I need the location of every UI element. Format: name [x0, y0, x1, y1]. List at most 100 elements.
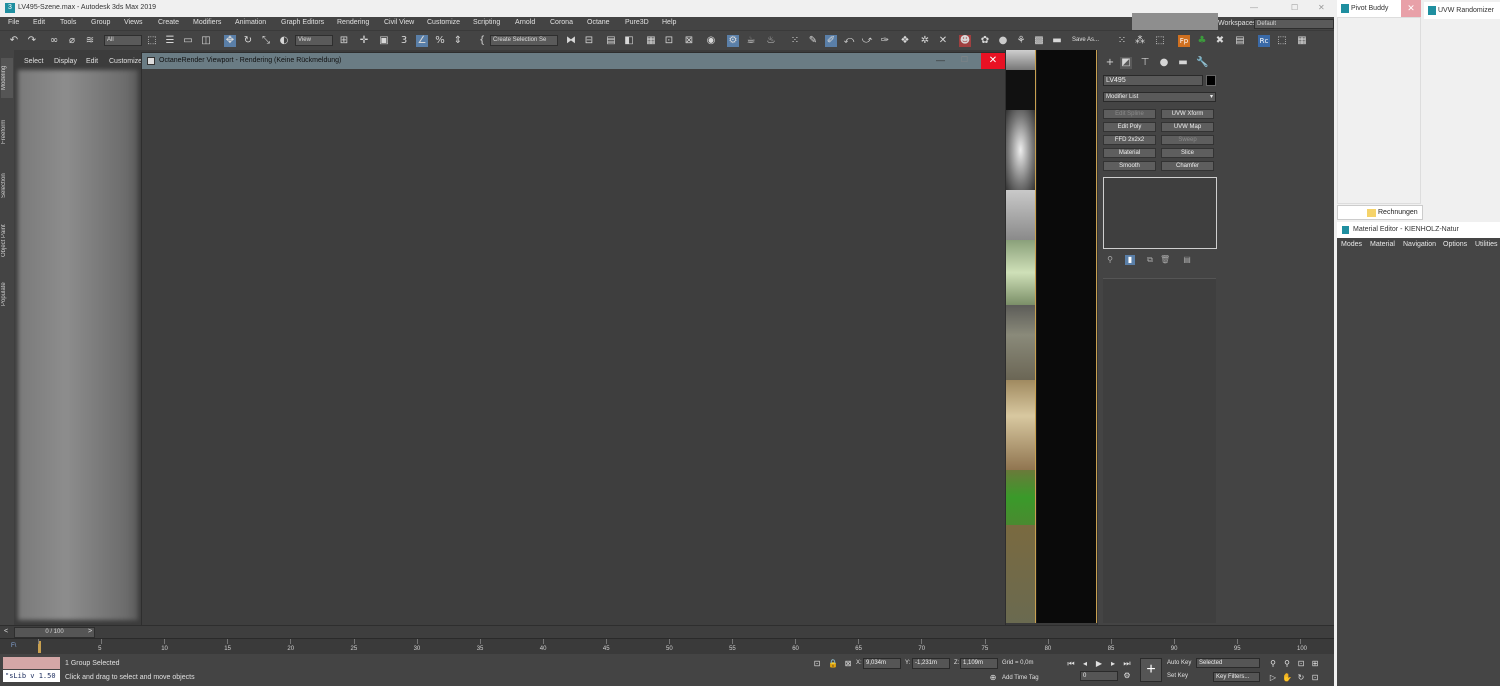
key-mode-dropdown[interactable]: Selected — [1196, 658, 1260, 668]
scene-explorer-customize-menu[interactable]: Customize — [109, 58, 142, 65]
tool-d-icon[interactable]: ⤻ — [861, 35, 873, 47]
snap-grid-icon[interactable]: ⁙ — [789, 35, 801, 47]
motion-tab-icon[interactable]: ● — [1158, 57, 1170, 69]
tab-modeling[interactable]: Modeling — [1, 58, 13, 98]
edit-named-selection-icon[interactable]: { — [476, 35, 488, 47]
plugin-e-icon[interactable]: ▩ — [1033, 35, 1045, 47]
render-production-icon[interactable]: ♨ — [765, 35, 777, 47]
octane-maximize-icon[interactable]: ☐ — [961, 55, 968, 64]
menu-animation[interactable]: Animation — [235, 19, 266, 26]
tool-a-icon[interactable]: ✎ — [807, 35, 819, 47]
tool-c-icon[interactable]: ⤺ — [843, 35, 855, 47]
make-unique-icon[interactable]: ⧉ — [1145, 255, 1155, 265]
plugin-l-icon[interactable]: ▦ — [1296, 35, 1308, 47]
menu-edit[interactable]: Edit — [33, 19, 45, 26]
spinner-snap-icon[interactable]: ⇕ — [452, 35, 464, 47]
material-editor-menu-options[interactable]: Options — [1443, 241, 1467, 248]
plugin-c-icon[interactable]: ● — [997, 35, 1009, 47]
modifier-button[interactable]: UVW Map — [1161, 122, 1214, 132]
modifier-button[interactable]: Edit Poly — [1103, 122, 1156, 132]
snaps-toggle-icon[interactable]: 3 — [398, 35, 410, 47]
maxscript-listener-top[interactable] — [3, 657, 60, 669]
rendered-frame-window-icon[interactable]: ☕ — [745, 35, 757, 47]
tool-h-icon[interactable]: ✕ — [937, 35, 949, 47]
tab-selection[interactable]: Selection — [1, 166, 13, 206]
uvw-randomizer-window[interactable]: UVW Randomizer — [1424, 2, 1500, 19]
tree-icon[interactable]: ♣ — [1196, 35, 1208, 47]
pin-stack-icon[interactable]: ⚲ — [1105, 255, 1115, 265]
schematic-view-icon[interactable]: ⊠ — [683, 35, 695, 47]
plugin-b-icon[interactable]: ✿ — [979, 35, 991, 47]
place-icon[interactable]: ◐ — [278, 35, 290, 47]
tool-b-icon[interactable]: ✐ — [825, 35, 837, 47]
octane-close-icon[interactable]: ✕ — [981, 53, 1005, 69]
octane-window-titlebar[interactable]: OctaneRender Viewport - Rendering (Keine… — [142, 53, 1005, 69]
x-coordinate-field[interactable]: 9,034m — [863, 658, 901, 669]
create-tab-icon[interactable]: + — [1104, 57, 1116, 69]
menu-graph-editors[interactable]: Graph Editors — [281, 19, 324, 26]
rotate-icon[interactable]: ↻ — [242, 35, 254, 47]
object-color-swatch[interactable] — [1206, 75, 1216, 86]
scene-explorer-display-menu[interactable]: Display — [54, 58, 77, 65]
selection-lock-icon[interactable]: 🔒 — [828, 659, 838, 669]
menu-modifiers[interactable]: Modifiers — [193, 19, 221, 26]
isolate-selection-icon[interactable]: ⊡ — [812, 659, 822, 669]
modify-tab-icon[interactable]: ◩ — [1120, 57, 1132, 69]
percent-snap-icon[interactable]: % — [434, 35, 446, 47]
add-time-tag[interactable]: Add Time Tag — [1002, 675, 1039, 681]
selection-filter-dropdown[interactable]: All — [104, 35, 142, 46]
angle-snap-icon[interactable]: ∠ — [416, 35, 428, 47]
field-of-view-icon[interactable]: ▷ — [1268, 673, 1278, 683]
play-icon[interactable]: ▶ — [1094, 659, 1104, 669]
modifier-button[interactable]: Chamfer — [1161, 161, 1214, 171]
forest-pack-icon[interactable]: Fp — [1178, 35, 1190, 47]
plugin-k-icon[interactable]: ⬚ — [1276, 35, 1288, 47]
pivot-buddy-close-icon[interactable]: ✕ — [1401, 0, 1421, 17]
absolute-mode-icon[interactable]: ⊠ — [843, 659, 853, 669]
window-crossing-icon[interactable]: ◫ — [200, 35, 212, 47]
close-icon[interactable]: ✕ — [1318, 3, 1325, 12]
zoom-extents-all-icon[interactable]: ⊞ — [1310, 659, 1320, 669]
time-slider-prev-icon[interactable]: < — [4, 628, 8, 635]
menu-corona[interactable]: Corona — [550, 19, 573, 26]
maxscript-listener-input[interactable]: "sLib v 1.50 — [3, 670, 60, 682]
pivot-center-icon[interactable]: ⊞ — [338, 35, 350, 47]
modifier-list-dropdown[interactable]: Modifier List ▾ — [1103, 92, 1216, 102]
menu-scripting[interactable]: Scripting — [473, 19, 500, 26]
modifier-button[interactable]: Smooth — [1103, 161, 1156, 171]
utilities-tab-icon[interactable]: 🔧 — [1196, 57, 1208, 69]
show-end-result-icon[interactable]: ▮ — [1125, 255, 1135, 265]
zoom-extents-icon[interactable]: ⊡ — [1296, 659, 1306, 669]
viewport[interactable] — [1005, 50, 1097, 623]
menu-civil-view[interactable]: Civil View — [384, 19, 414, 26]
menu-help[interactable]: Help — [662, 19, 676, 26]
rechnungen-folder[interactable]: Rechnungen — [1337, 205, 1423, 220]
plugin-f-icon[interactable]: ⁙ — [1116, 35, 1128, 47]
bind-space-warp-icon[interactable]: ≋ — [84, 35, 96, 47]
reference-coordinate-dropdown[interactable]: View — [295, 35, 333, 46]
menu-customize[interactable]: Customize — [427, 19, 460, 26]
keyboard-shortcut-override-icon[interactable]: ▣ — [378, 35, 390, 47]
align-icon[interactable]: ⊟ — [583, 35, 595, 47]
tool-g-icon[interactable]: ✲ — [919, 35, 931, 47]
selection-region-icon[interactable]: ▭ — [182, 35, 194, 47]
railclone-icon[interactable]: Rc — [1258, 35, 1270, 47]
time-slider-thumb[interactable]: 0 / 100 — [14, 627, 95, 638]
tab-freeform[interactable]: Freeform — [1, 112, 13, 152]
curve-editor-icon[interactable]: ⊡ — [663, 35, 675, 47]
scene-explorer-edit-menu[interactable]: Edit — [86, 58, 98, 65]
material-editor-menu-modes[interactable]: Modes — [1341, 241, 1362, 248]
link-icon[interactable]: ∞ — [48, 35, 60, 47]
next-frame-icon[interactable]: ▸ — [1108, 659, 1118, 669]
modifier-button[interactable]: Edit Spline — [1103, 109, 1156, 119]
select-object-icon[interactable]: ⬚ — [146, 35, 158, 47]
select-manipulate-icon[interactable]: ✛ — [358, 35, 370, 47]
set-key-button[interactable]: Set Key — [1167, 673, 1188, 679]
z-coordinate-field[interactable]: 1,109m — [960, 658, 998, 669]
menu-tools[interactable]: Tools — [60, 19, 76, 26]
modifier-button[interactable]: Material — [1103, 148, 1156, 158]
menu-create[interactable]: Create — [158, 19, 179, 26]
menu-group[interactable]: Group — [91, 19, 110, 26]
plugin-a-icon[interactable]: ☻ — [959, 35, 971, 47]
time-tag-icon[interactable]: ⊕ — [988, 673, 998, 683]
